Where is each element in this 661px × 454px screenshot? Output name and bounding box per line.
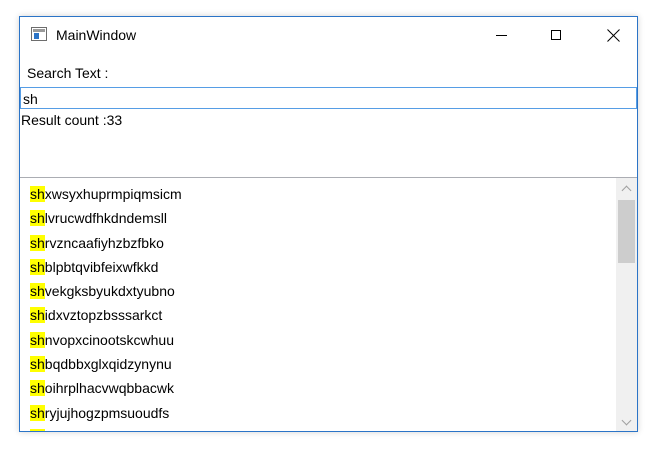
result-count: Result count :33 [21,112,123,128]
title-bar[interactable]: MainWindow [20,17,637,53]
chevron-down-icon [621,415,632,426]
scroll-thumb[interactable] [618,200,635,263]
search-input[interactable] [20,87,637,109]
match-highlight: sh [30,210,45,227]
match-highlight: sh [30,258,45,275]
list-item[interactable]: shvekgksbyukdxtyubno [20,279,616,303]
maximize-button[interactable] [533,17,579,53]
scroll-up-button[interactable] [616,180,637,197]
vertical-scrollbar[interactable] [616,178,637,431]
minimize-icon [495,34,507,36]
list-item[interactable]: shrvzncaafiyhzbzfbko [20,231,616,255]
chevron-up-icon [621,185,632,196]
match-highlight: sh [30,331,45,348]
match-highlight: sh [30,428,45,431]
list-item-text: lvrucwdfhkdndemsll [44,210,167,227]
match-highlight: sh [30,186,45,202]
list-item-text: ... [45,429,57,431]
search-label: Search Text : [27,65,109,81]
list-item-text: bqdbbxglxqidzynynu [44,356,172,373]
list-item-text: idxvztopzbsssarkct [44,307,163,324]
close-button[interactable] [590,17,636,53]
maximize-icon [551,30,561,40]
match-highlight: sh [30,356,45,373]
main-window: MainWindow Search Text : Result count :3… [19,16,638,432]
list-item-text: xwsyxhuprmpiqmsicm [44,186,182,202]
list-item[interactable]: shryjujhogzpmsuoudfs [20,401,616,425]
results-listbox[interactable]: shxwsyxhuprmpiqmsicm shlvrucwdfhkdndemsll… [20,177,637,431]
list-item[interactable]: shlvrucwdfhkdndemsll [20,206,616,230]
app-window-icon [31,27,47,41]
list-item[interactable]: shoihrplhacvwqbbacwk [20,376,616,400]
list-item[interactable]: shblpbtqvibfeixwfkkd [20,255,616,279]
match-highlight: sh [30,283,45,300]
list-item-text: blpbtqvibfeixwfkkd [44,258,159,275]
list-item[interactable]: shidxvztopzbsssarkct [20,303,616,327]
results-list: shxwsyxhuprmpiqmsicm shlvrucwdfhkdndemsll… [20,178,616,431]
match-highlight: sh [30,404,45,421]
list-item[interactable]: shnvopxcinootskcwhuu [20,328,616,352]
list-item[interactable]: shxwsyxhuprmpiqmsicm [20,182,616,206]
list-item-text: vekgksbyukdxtyubno [44,283,175,300]
match-highlight: sh [30,380,45,397]
match-highlight: sh [30,234,45,251]
list-item-text: oihrplhacvwqbbacwk [44,380,174,397]
window-title: MainWindow [56,27,137,43]
scroll-down-button[interactable] [616,414,637,431]
list-item[interactable]: sh... [20,425,616,431]
list-item-text: nvopxcinootskcwhuu [44,331,174,348]
list-item-text: rvzncaafiyhzbzfbko [44,234,164,251]
list-item-text: ryjujhogzpmsuoudfs [44,404,170,421]
list-item[interactable]: shbqdbbxglxqidzynynu [20,352,616,376]
match-highlight: sh [30,307,45,324]
close-icon [607,29,620,42]
minimize-button[interactable] [478,17,524,53]
